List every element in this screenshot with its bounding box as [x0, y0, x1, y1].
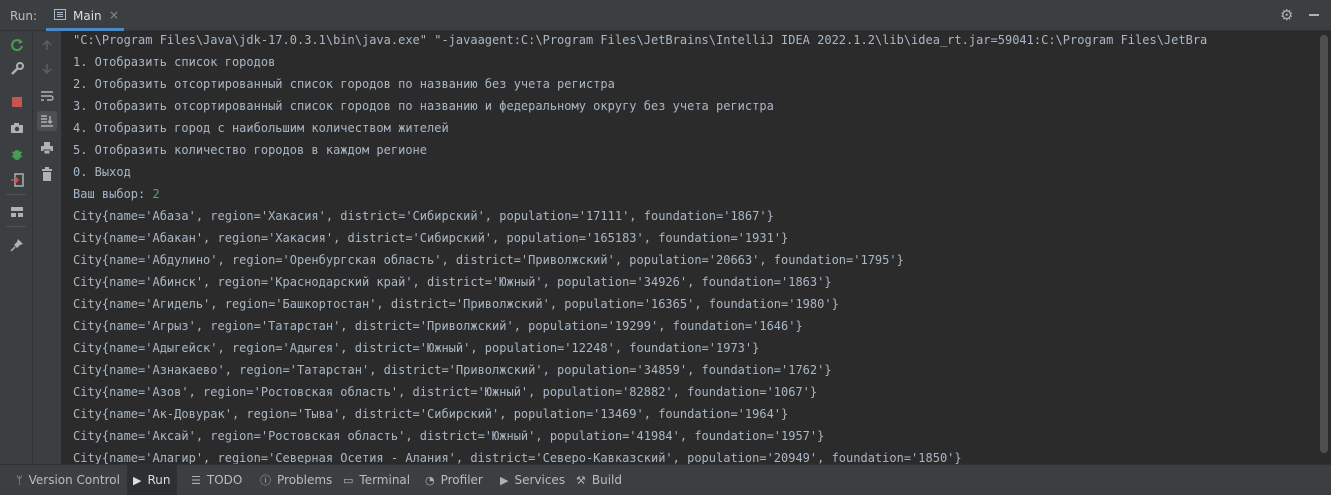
console-line: City{name='Азов', region='Ростовская обл…	[73, 385, 818, 399]
console-line: City{name='Адыгейск', region='Адыгея', d…	[73, 341, 760, 355]
vertical-scrollbar[interactable]	[1317, 31, 1331, 464]
tab-version-control[interactable]: ᛘ Version Control	[10, 465, 126, 495]
play-icon: ▶	[133, 473, 142, 487]
tab-problems[interactable]: ⓘ Problems	[254, 465, 338, 495]
tool-window-bar: ᛘ Version Control ▶ Run ☰ TODO ⓘ Problem…	[0, 464, 1331, 495]
debug-bug-icon[interactable]	[7, 144, 27, 164]
console-line: City{name='Абдулино', region='Оренбургск…	[73, 253, 904, 267]
wrench-icon[interactable]	[7, 59, 27, 79]
console-line: City{name='Аксай', region='Ростовская об…	[73, 429, 825, 443]
console-line: 1. Отобразить список городов	[73, 55, 276, 69]
console-toolbar	[33, 31, 62, 464]
console-prompt-line: Ваш выбор: 2	[73, 187, 160, 201]
profiler-icon: ◔	[425, 473, 435, 487]
terminal-icon: ▭	[343, 473, 354, 487]
console-line: City{name='Абакан', region='Хакасия', di…	[73, 231, 789, 245]
user-input-value: 2	[152, 187, 160, 201]
console-line: City{name='Агидель', region='Башкортоста…	[73, 297, 839, 311]
gear-icon[interactable]: ⚙	[1280, 6, 1293, 24]
minimize-icon[interactable]	[1309, 14, 1319, 16]
console-output[interactable]: "C:\Program Files\Java\jdk-17.0.3.1\bin\…	[62, 31, 1317, 464]
scroll-to-end-icon[interactable]	[37, 111, 57, 131]
print-icon[interactable]	[37, 138, 57, 158]
console-line: "C:\Program Files\Java\jdk-17.0.3.1\bin\…	[73, 33, 1208, 47]
console-line: City{name='Абинск', region='Краснодарски…	[73, 275, 832, 289]
info-icon: ⓘ	[260, 474, 271, 487]
prompt-text: Ваш выбор:	[73, 187, 153, 201]
console-line: City{name='Абаза', region='Хакасия', dis…	[73, 209, 774, 223]
hammer-icon: ⚒	[576, 473, 586, 487]
list-icon: ☰	[191, 473, 201, 487]
console-line: 3. Отобразить отсортированный список гор…	[73, 99, 774, 113]
tab-label: Version Control	[28, 473, 120, 487]
console-line: 2. Отобразить отсортированный список гор…	[73, 77, 615, 91]
console-line: City{name='Азнакаево', region='Татарстан…	[73, 363, 832, 377]
tab-label: TODO	[206, 473, 243, 487]
tab-services[interactable]: ▶ Services	[494, 465, 571, 495]
console-line: City{name='Алагир', region='Северная Осе…	[73, 451, 962, 464]
stop-icon[interactable]	[7, 92, 27, 112]
branch-icon: ᛘ	[16, 473, 23, 487]
run-label: Run:	[10, 9, 38, 23]
console-line: 0. Выход	[73, 165, 131, 179]
run-tool-window-header: Run: Main × ⚙	[0, 0, 1331, 31]
tab-label: Terminal	[359, 473, 411, 487]
console-line: City{name='Агрыз', region='Татарстан', d…	[73, 319, 803, 333]
console-line: City{name='Ак-Довурак', region='Тыва', d…	[73, 407, 789, 421]
tab-main[interactable]: Main ×	[46, 0, 124, 31]
trash-icon[interactable]	[37, 164, 57, 184]
tab-label: Problems	[277, 473, 333, 487]
tab-label: Profiler	[440, 473, 483, 487]
tab-run[interactable]: ▶ Run	[127, 465, 177, 495]
run-toolbar	[0, 31, 33, 464]
console-line: 4. Отобразить город с наибольшим количес…	[73, 121, 449, 135]
tab-build[interactable]: ⚒ Build	[570, 465, 628, 495]
tab-profiler[interactable]: ◔ Profiler	[419, 465, 489, 495]
tab-label: Services	[514, 473, 566, 487]
pin-icon[interactable]	[7, 235, 27, 255]
camera-icon[interactable]	[7, 118, 27, 138]
close-icon[interactable]: ×	[109, 8, 119, 22]
exit-icon[interactable]	[7, 170, 27, 190]
layout-icon[interactable]	[7, 202, 27, 222]
services-icon: ▶	[500, 473, 509, 487]
tab-terminal[interactable]: ▭ Terminal	[337, 465, 416, 495]
soft-wrap-icon[interactable]	[37, 86, 57, 106]
console-tab-icon	[54, 9, 66, 20]
tab-label: Build	[591, 473, 622, 487]
down-arrow-icon[interactable]	[37, 59, 57, 79]
tab-label: Run	[147, 473, 171, 487]
console-line: 5. Отобразить количество городов в каждо…	[73, 143, 428, 157]
scrollbar-thumb[interactable]	[1320, 35, 1328, 453]
up-arrow-icon[interactable]	[37, 35, 57, 55]
tab-todo[interactable]: ☰ TODO	[185, 465, 248, 495]
rerun-icon[interactable]	[7, 35, 27, 55]
tab-main-label: Main	[73, 9, 102, 23]
